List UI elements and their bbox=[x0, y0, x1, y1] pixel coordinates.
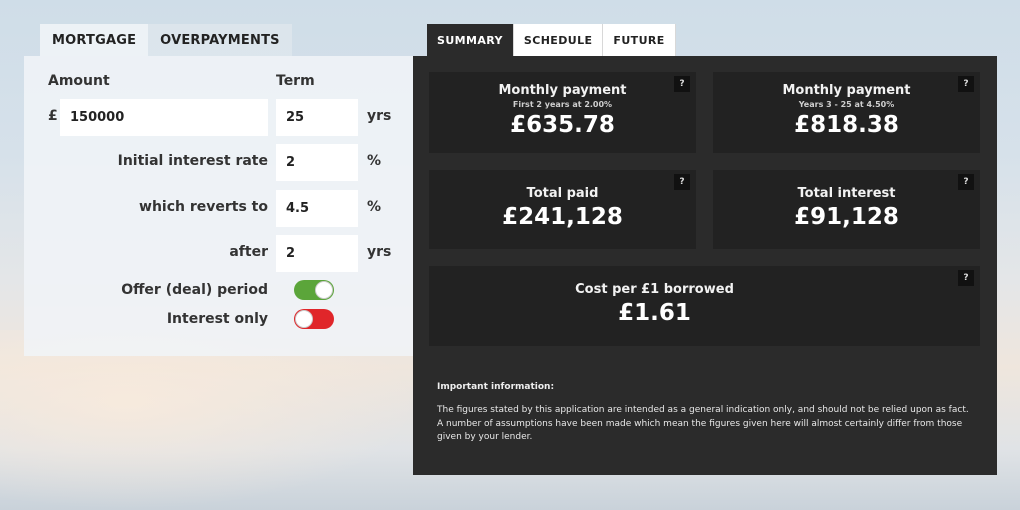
important-information: Important information: The figures state… bbox=[437, 382, 977, 445]
tab-future[interactable]: FUTURE bbox=[603, 24, 676, 56]
calculator-tabs: MORTGAGE OVERPAYMENTS bbox=[40, 24, 292, 56]
card-title: Total interest bbox=[797, 186, 896, 201]
offer-period-label: Offer (deal) period bbox=[121, 282, 268, 298]
tab-summary[interactable]: SUMMARY bbox=[427, 24, 514, 56]
term-label: Term bbox=[276, 73, 315, 89]
card-title: Cost per £1 borrowed bbox=[575, 282, 734, 297]
interest-only-label: Interest only bbox=[166, 311, 268, 327]
amount-input[interactable]: 150000 bbox=[60, 99, 268, 136]
info-body: The figures stated by this application a… bbox=[437, 405, 969, 442]
summary-panel: ? Monthly payment First 2 years at 2.00%… bbox=[413, 56, 997, 475]
card-title: Monthly payment bbox=[498, 83, 627, 98]
toggle-knob bbox=[295, 310, 313, 328]
card-value: £91,128 bbox=[794, 204, 899, 230]
card-subtitle: First 2 years at 2.00% bbox=[512, 100, 613, 109]
initial-rate-label: Initial interest rate bbox=[117, 153, 268, 169]
interest-only-toggle[interactable] bbox=[294, 309, 334, 329]
help-icon[interactable]: ? bbox=[958, 174, 974, 190]
card-value: £818.38 bbox=[794, 112, 899, 138]
help-icon[interactable]: ? bbox=[674, 76, 690, 92]
initial-rate-input[interactable]: 2 bbox=[276, 144, 358, 181]
card-title: Monthly payment bbox=[782, 83, 911, 98]
reverts-input[interactable]: 4.5 bbox=[276, 190, 358, 227]
card-title: Total paid bbox=[526, 186, 599, 201]
after-label: after bbox=[229, 244, 268, 260]
offer-period-toggle[interactable] bbox=[294, 280, 334, 300]
currency-symbol: £ bbox=[48, 108, 58, 124]
help-icon[interactable]: ? bbox=[958, 270, 974, 286]
reverts-unit: % bbox=[367, 199, 382, 215]
term-input[interactable]: 25 bbox=[276, 99, 358, 136]
total-paid-card: ? Total paid £241,128 bbox=[429, 170, 696, 249]
results-tabs: SUMMARY SCHEDULE FUTURE bbox=[427, 24, 676, 56]
total-interest-card: ? Total interest £91,128 bbox=[713, 170, 980, 249]
after-input[interactable]: 2 bbox=[276, 235, 358, 272]
tab-mortgage[interactable]: MORTGAGE bbox=[40, 24, 149, 56]
cost-per-pound-card: ? Cost per £1 borrowed £1.61 bbox=[429, 266, 980, 346]
help-icon[interactable]: ? bbox=[674, 174, 690, 190]
amount-label: Amount bbox=[48, 73, 110, 89]
after-unit: yrs bbox=[367, 244, 392, 260]
info-heading: Important information: bbox=[437, 382, 555, 392]
card-value: £241,128 bbox=[502, 204, 623, 230]
card-value: £1.61 bbox=[618, 300, 691, 326]
monthly-initial-card: ? Monthly payment First 2 years at 2.00%… bbox=[429, 72, 696, 153]
background-glow bbox=[0, 330, 420, 510]
tab-overpayments[interactable]: OVERPAYMENTS bbox=[148, 24, 292, 56]
help-icon[interactable]: ? bbox=[958, 76, 974, 92]
card-value: £635.78 bbox=[510, 112, 615, 138]
reverts-label: which reverts to bbox=[139, 199, 268, 215]
monthly-revert-card: ? Monthly payment Years 3 - 25 at 4.50% … bbox=[713, 72, 980, 153]
initial-rate-unit: % bbox=[367, 153, 382, 169]
tab-schedule[interactable]: SCHEDULE bbox=[513, 24, 604, 56]
term-unit: yrs bbox=[367, 108, 392, 124]
card-subtitle: Years 3 - 25 at 4.50% bbox=[798, 100, 895, 109]
